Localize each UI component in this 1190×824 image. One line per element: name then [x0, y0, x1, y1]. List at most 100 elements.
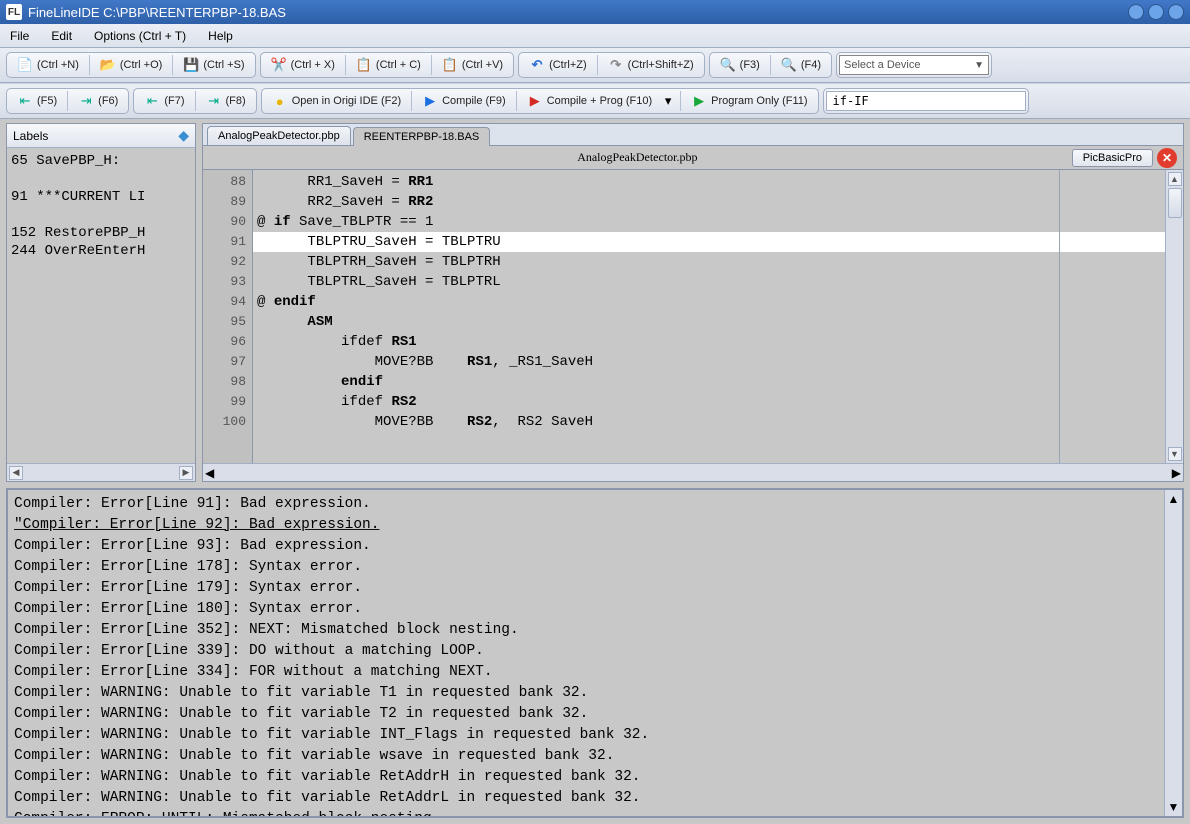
vscroll-thumb[interactable] — [1168, 188, 1182, 218]
labels-list[interactable]: 65 SavePBP_H: 91 ***CURRENT LI 152 Resto… — [7, 148, 195, 463]
maximize-button[interactable] — [1148, 4, 1164, 20]
labels-header-text: Labels — [13, 129, 48, 143]
output-line[interactable]: Compiler: Error[Line 334]: FOR without a… — [14, 662, 1158, 683]
close-tab-button[interactable]: ✕ — [1157, 148, 1177, 168]
find-replace-button[interactable]: 🔍 (F4) — [775, 55, 827, 75]
find-label: (F3) — [740, 59, 760, 71]
scroll-down-icon[interactable]: ▼ — [1168, 447, 1182, 461]
output-line[interactable]: Compiler: Error[Line 180]: Syntax error. — [14, 599, 1158, 620]
code-line[interactable]: MOVE?BB RS2, RS2 SaveH — [253, 412, 1165, 432]
scroll-left-icon[interactable]: ◀ — [205, 466, 214, 480]
undo-icon: ↶ — [529, 57, 545, 73]
indent-right-f6-button[interactable]: ⇥ (F6) — [72, 91, 124, 111]
scroll-down-icon[interactable]: ▼ — [1168, 800, 1180, 814]
copy-button[interactable]: 📋 (Ctrl + C) — [350, 55, 427, 75]
find-button[interactable]: 🔍 (F3) — [714, 55, 766, 75]
new-file-icon: 📄 — [17, 57, 33, 73]
code-line[interactable]: MOVE?BB RS1, _RS1_SaveH — [253, 352, 1165, 372]
tab-analog-peak[interactable]: AnalogPeakDetector.pbp — [207, 126, 351, 145]
file-path-text: AnalogPeakDetector.pbp — [203, 150, 1072, 165]
output-line[interactable]: Compiler: Error[Line 93]: Bad expression… — [14, 536, 1158, 557]
f6-label: (F6) — [98, 95, 118, 107]
cut-label: (Ctrl + X) — [291, 59, 335, 71]
output-line[interactable]: Compiler: WARNING: Unable to fit variabl… — [14, 683, 1158, 704]
compile-label: Compile (F9) — [442, 95, 506, 107]
output-line[interactable]: Compiler: Error[Line 178]: Syntax error. — [14, 557, 1158, 578]
code-line[interactable]: @ endif — [253, 292, 1165, 312]
output-line[interactable]: Compiler: Error[Line 352]: NEXT: Mismatc… — [14, 620, 1158, 641]
paste-icon: 📋 — [442, 57, 458, 73]
indent-left-f5-button[interactable]: ⇤ (F5) — [11, 91, 63, 111]
device-select[interactable]: Select a Device ▼ — [839, 55, 989, 75]
output-line[interactable]: Compiler: WARNING: Unable to fit variabl… — [14, 788, 1158, 809]
menu-options[interactable]: Options (Ctrl + T) — [90, 27, 190, 45]
program-only-button[interactable]: ▶ Program Only (F11) — [685, 91, 813, 111]
code-line[interactable]: ifdef RS1 — [253, 332, 1165, 352]
menu-edit[interactable]: Edit — [47, 27, 76, 45]
compile-button[interactable]: ▶ Compile (F9) — [416, 91, 512, 111]
open-origi-button[interactable]: ● Open in Origi IDE (F2) — [266, 91, 407, 111]
code-line[interactable]: TBLPTRU_SaveH = TBLPTRU — [253, 232, 1165, 252]
tab-reenterpbp[interactable]: REENTERPBP-18.BAS — [353, 127, 491, 146]
redo-button[interactable]: ↷ (Ctrl+Shift+Z) — [602, 55, 700, 75]
paste-button[interactable]: 📋 (Ctrl +V) — [436, 55, 509, 75]
output-vscroll[interactable]: ▲ ▼ — [1164, 490, 1182, 816]
undo-button[interactable]: ↶ (Ctrl+Z) — [523, 55, 593, 75]
new-file-button[interactable]: 📄 (Ctrl +N) — [11, 55, 85, 75]
if-expression-box[interactable]: if-IF — [826, 91, 1026, 111]
find-replace-label: (F4) — [801, 59, 821, 71]
code-line[interactable]: RR2_SaveH = RR2 — [253, 192, 1165, 212]
output-line[interactable]: Compiler: Error[Line 179]: Syntax error. — [14, 578, 1158, 599]
output-line[interactable]: Compiler: ERROR: UNTIL: Mismatched block… — [14, 809, 1158, 816]
labels-header[interactable]: Labels ◆ — [7, 124, 195, 148]
compile-prog-label: Compile + Prog (F10) — [547, 95, 652, 107]
line-gutter: 888990919293949596979899100 — [203, 170, 253, 463]
save-file-button[interactable]: 💾 (Ctrl +S) — [177, 55, 250, 75]
scroll-right-icon[interactable]: ▶ — [1172, 466, 1181, 480]
output-line[interactable]: Compiler: WARNING: Unable to fit variabl… — [14, 704, 1158, 725]
outdent-f7-button[interactable]: ⇤ (F7) — [138, 91, 190, 111]
scroll-left-icon[interactable]: ◀ — [9, 466, 23, 480]
code-line[interactable]: TBLPTRL_SaveH = TBLPTRL — [253, 272, 1165, 292]
close-window-button[interactable] — [1168, 4, 1184, 20]
scroll-right-icon[interactable]: ▶ — [179, 466, 193, 480]
editor-tabs: AnalogPeakDetector.pbp REENTERPBP-18.BAS — [203, 124, 1183, 146]
code-line[interactable]: @ if Save_TBLPTR == 1 — [253, 212, 1165, 232]
dropdown-caret-icon[interactable]: ▾ — [660, 93, 676, 109]
language-badge[interactable]: PicBasicPro — [1072, 149, 1153, 167]
program-only-label: Program Only (F11) — [711, 95, 807, 107]
editor-vscroll[interactable]: ▲ ▼ — [1165, 170, 1183, 463]
f7-label: (F7) — [164, 95, 184, 107]
output-line[interactable]: Compiler: WARNING: Unable to fit variabl… — [14, 746, 1158, 767]
code-line[interactable]: ASM — [253, 312, 1165, 332]
code-line[interactable]: ifdef RS2 — [253, 392, 1165, 412]
labels-hscroll[interactable]: ◀ ▶ — [7, 463, 195, 481]
scroll-up-icon[interactable]: ▲ — [1168, 492, 1180, 506]
compiler-output[interactable]: Compiler: Error[Line 91]: Bad expression… — [8, 490, 1164, 816]
compile-prog-button[interactable]: ▶ Compile + Prog (F10) — [521, 91, 658, 111]
output-line[interactable]: Compiler: WARNING: Unable to fit variabl… — [14, 767, 1158, 788]
redo-icon: ↷ — [608, 57, 624, 73]
indent-right-icon: ⇥ — [78, 93, 94, 109]
menu-help[interactable]: Help — [204, 27, 237, 45]
program-only-icon: ▶ — [691, 93, 707, 109]
cut-button[interactable]: ✂️ (Ctrl + X) — [265, 55, 341, 75]
minimize-button[interactable] — [1128, 4, 1144, 20]
scroll-up-icon[interactable]: ▲ — [1168, 172, 1182, 186]
output-line[interactable]: Compiler: WARNING: Unable to fit variabl… — [14, 725, 1158, 746]
code-line[interactable]: TBLPTRH_SaveH = TBLPTRH — [253, 252, 1165, 272]
output-line[interactable]: Compiler: Error[Line 339]: DO without a … — [14, 641, 1158, 662]
output-line[interactable]: Compiler: Error[Line 91]: Bad expression… — [14, 494, 1158, 515]
code-line[interactable]: endif — [253, 372, 1165, 392]
code-line[interactable]: RR1_SaveH = RR1 — [253, 172, 1165, 192]
editor-hscroll[interactable]: ◀ ▶ — [203, 463, 1183, 481]
output-line[interactable]: "Compiler: Error[Line 92]: Bad expressio… — [14, 515, 1158, 536]
device-select-text: Select a Device — [844, 59, 920, 71]
code-body[interactable]: RR1_SaveH = RR1 RR2_SaveH = RR2@ if Save… — [253, 170, 1165, 463]
toolbar-row-2: ⇤ (F5) ⇥ (F6) ⇤ (F7) ⇥ (F8) ● Open in Or… — [0, 83, 1190, 119]
outdent-f8-button[interactable]: ⇥ (F8) — [200, 91, 252, 111]
menu-bar: File Edit Options (Ctrl + T) Help — [0, 24, 1190, 48]
undo-label: (Ctrl+Z) — [549, 59, 587, 71]
menu-file[interactable]: File — [6, 27, 33, 45]
open-file-button[interactable]: 📂 (Ctrl +O) — [94, 55, 168, 75]
